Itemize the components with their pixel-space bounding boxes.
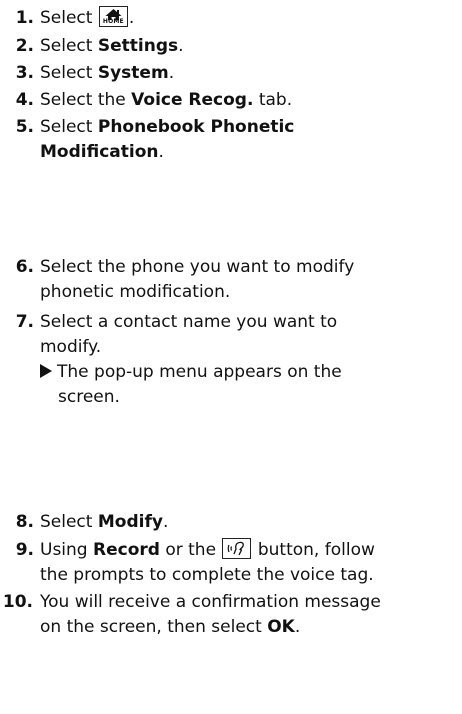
step-text: Select Modify. [40,512,169,532]
menu-item-record: Record [93,540,160,560]
menu-item-system: System [97,63,169,83]
step-text: Using Record or the button, follow the p… [40,538,375,585]
step-number: 6. [15,257,34,277]
menu-item-settings: Settings [97,36,179,56]
step-text: Select the Voice Recog. tab. [40,90,293,110]
step-number: 4. [15,90,34,110]
step-number: 8. [15,512,34,532]
step-number: 5. [15,117,34,137]
step-number: 3. [15,63,34,83]
step-text: Select Settings. [40,36,184,56]
result-arrow-icon [40,364,52,378]
step-number: 9. [15,540,34,560]
step-text: Select HOME. [40,6,135,28]
step-text: Select a contact name you want to modify… [40,310,460,410]
step-number: 7. [15,312,34,332]
step-text: Select System. [40,63,175,83]
talk-icon [222,538,252,559]
step-text: Select the phone you want to modify phon… [40,257,355,302]
step-text: You will receive a confirmation message … [40,592,381,637]
tab-voice-recog: Voice Recog. [131,90,254,110]
home-icon: HOME [98,6,128,27]
step-number: 10. [2,592,33,612]
step-result: The pop-up menu appears on the [40,360,460,385]
ok-label: OK [267,617,295,637]
step-text: Select Phonebook Phonetic Modification. [40,117,295,162]
menu-item-phonebook-phonetic-modification: Phonebook Phonetic [97,117,295,137]
step-number: 2. [15,36,34,56]
menu-item-modify: Modify [97,512,163,532]
step-number: 1. [15,8,34,28]
